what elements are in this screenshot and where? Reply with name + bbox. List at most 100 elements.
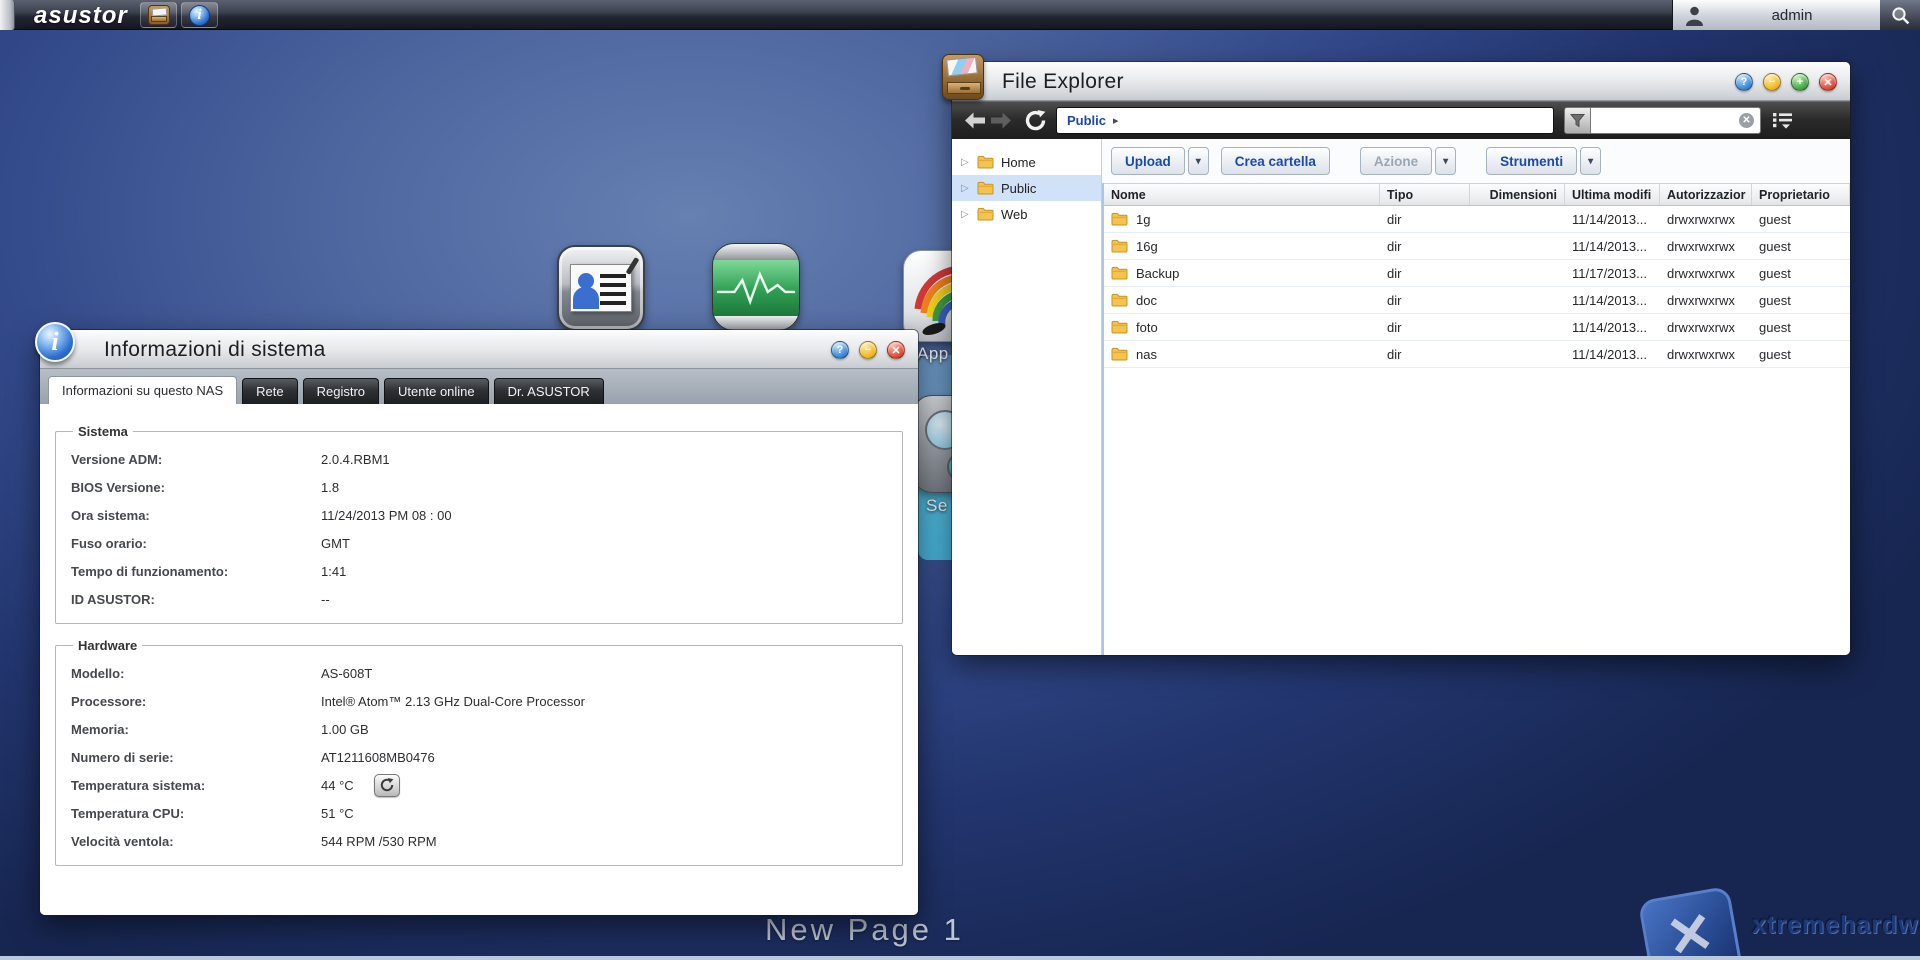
- table-row[interactable]: 16g dir 11/14/2013... drwxrwxrwx guest: [1104, 233, 1850, 260]
- close-button[interactable]: ✕: [887, 341, 905, 359]
- column-header-autorizzazioni[interactable]: Autorizzazior: [1660, 184, 1752, 205]
- table-row[interactable]: foto dir 11/14/2013... drwxrwxrwx guest: [1104, 314, 1850, 341]
- tab-registro[interactable]: Registro: [303, 378, 379, 404]
- row-label: Modello:: [71, 666, 321, 681]
- file-owner: guest: [1752, 293, 1850, 308]
- ecg-line-graphic: [713, 268, 799, 308]
- tree-item-public[interactable]: ▷ Public: [952, 175, 1101, 201]
- view-mode-button[interactable]: [1773, 112, 1793, 129]
- refresh-button[interactable]: [1022, 109, 1048, 133]
- contact-card-graphic: [570, 264, 632, 312]
- column-header-nome[interactable]: Nome: [1104, 184, 1380, 205]
- taskbar-notch[interactable]: [0, 0, 15, 30]
- row-value: 1:41: [321, 564, 346, 579]
- row-label: Ora sistema:: [71, 508, 321, 523]
- file-explorer-window: File Explorer ? − + ✕ Public ▸: [952, 62, 1850, 655]
- row-value: AS-608T: [321, 666, 372, 681]
- create-folder-button[interactable]: Crea cartella: [1221, 147, 1330, 175]
- maximize-button[interactable]: +: [1791, 73, 1809, 91]
- minimize-button[interactable]: −: [859, 341, 877, 359]
- search-icon: [1891, 6, 1910, 25]
- column-header-tipo[interactable]: Tipo: [1380, 184, 1470, 205]
- folder-icon: [1111, 320, 1128, 334]
- minimize-button[interactable]: −: [1763, 73, 1781, 91]
- taskbar-file-explorer-button[interactable]: [140, 2, 177, 28]
- file-explorer-title: File Explorer: [1002, 62, 1124, 101]
- tree-label: Web: [1001, 207, 1028, 222]
- file-modified: 11/14/2013...: [1565, 212, 1660, 227]
- back-button[interactable]: [962, 109, 988, 133]
- refresh-temperature-button[interactable]: [374, 774, 400, 797]
- activity-monitor-icon[interactable]: [712, 243, 800, 331]
- expander-icon[interactable]: ▷: [961, 183, 970, 194]
- tools-button[interactable]: Strumenti: [1486, 147, 1577, 175]
- search-input[interactable]: [1597, 113, 1739, 128]
- folder-icon: [977, 207, 994, 221]
- file-permissions: drwxrwxrwx: [1660, 293, 1752, 308]
- breadcrumb-public[interactable]: Public: [1067, 113, 1106, 128]
- row-label: ID ASUSTOR:: [71, 592, 321, 607]
- tools-dropdown-arrow[interactable]: ▾: [1580, 147, 1601, 175]
- row-value: 544 RPM /530 RPM: [321, 834, 437, 849]
- column-header-dimensioni[interactable]: Dimensioni: [1470, 184, 1565, 205]
- row-value: Intel® Atom™ 2.13 GHz Dual-Core Processo…: [321, 694, 585, 709]
- forward-button[interactable]: [988, 109, 1014, 133]
- file-modified: 11/17/2013...: [1565, 266, 1660, 281]
- taskbar-system-info-button[interactable]: [181, 2, 218, 28]
- list-view-icon: [1773, 112, 1793, 129]
- file-type: dir: [1380, 239, 1470, 254]
- action-button[interactable]: Azione: [1360, 147, 1432, 175]
- folder-icon: [977, 181, 994, 195]
- file-owner: guest: [1752, 239, 1850, 254]
- table-row[interactable]: 1g dir 11/14/2013... drwxrwxrwx guest: [1104, 206, 1850, 233]
- tree-item-home[interactable]: ▷ Home: [952, 149, 1101, 175]
- file-table: Nome Tipo Dimensioni Ultima modifi Autor…: [1102, 183, 1850, 655]
- search-field-wrap: ✕: [1591, 107, 1761, 134]
- system-info-title: Informazioni di sistema: [104, 330, 326, 369]
- expander-icon[interactable]: ▷: [961, 157, 970, 168]
- user-menu[interactable]: admin: [1672, 0, 1880, 30]
- tab-dr-asustor[interactable]: Dr. ASUSTOR: [494, 378, 604, 404]
- row-label: Memoria:: [71, 722, 321, 737]
- folder-icon: [1111, 212, 1128, 226]
- file-explorer-titlebar[interactable]: File Explorer ? − + ✕: [952, 62, 1850, 101]
- row-value: 1.00 GB: [321, 722, 369, 737]
- hardware-legend: Hardware: [73, 638, 142, 653]
- close-button[interactable]: ✕: [1819, 73, 1837, 91]
- tree-item-web[interactable]: ▷ Web: [952, 201, 1101, 227]
- tab-utente-online[interactable]: Utente online: [384, 378, 489, 404]
- upload-dropdown-arrow[interactable]: ▾: [1188, 147, 1209, 175]
- watermark-text: xtremehardware.com: [1752, 911, 1920, 940]
- help-button[interactable]: ?: [1735, 73, 1753, 91]
- row-label: Fuso orario:: [71, 536, 321, 551]
- file-explorer-toolbar: Public ▸ ✕: [952, 101, 1850, 139]
- global-search-button[interactable]: [1880, 0, 1920, 30]
- tab-informazioni-nas[interactable]: Informazioni su questo NAS: [48, 376, 237, 404]
- action-dropdown-arrow[interactable]: ▾: [1435, 147, 1456, 175]
- table-row[interactable]: Backup dir 11/17/2013... drwxrwxrwx gues…: [1104, 260, 1850, 287]
- folder-icon: [1111, 239, 1128, 253]
- file-permissions: drwxrwxrwx: [1660, 320, 1752, 335]
- system-info-titlebar[interactable]: Informazioni di sistema ? − ✕: [40, 330, 918, 369]
- path-bar[interactable]: Public ▸: [1056, 107, 1554, 134]
- system-info-window-icon: [35, 322, 75, 362]
- help-button[interactable]: ?: [831, 341, 849, 359]
- filter-button[interactable]: [1564, 107, 1591, 134]
- row-value: 1.8: [321, 480, 339, 495]
- screen-bottom-edge: [0, 956, 1920, 960]
- access-control-icon[interactable]: [557, 245, 645, 331]
- expander-icon[interactable]: ▷: [961, 209, 970, 220]
- column-header-ultima-modifica[interactable]: Ultima modifi: [1565, 184, 1660, 205]
- clear-search-icon[interactable]: ✕: [1739, 113, 1754, 128]
- table-row[interactable]: doc dir 11/14/2013... drwxrwxrwx guest: [1104, 287, 1850, 314]
- upload-button[interactable]: Upload: [1111, 147, 1185, 175]
- system-info-window: Informazioni di sistema ? − ✕ Informazio…: [40, 330, 918, 915]
- row-value: GMT: [321, 536, 350, 551]
- table-row[interactable]: nas dir 11/14/2013... drwxrwxrwx guest: [1104, 341, 1850, 368]
- tab-rete[interactable]: Rete: [242, 378, 297, 404]
- column-header-proprietario[interactable]: Proprietario: [1752, 184, 1850, 205]
- user-name-label: admin: [1704, 7, 1880, 24]
- sistema-section: Sistema Versione ADM:2.0.4.RBM1 BIOS Ver…: [55, 424, 903, 624]
- folder-icon: [977, 155, 994, 169]
- file-type: dir: [1380, 293, 1470, 308]
